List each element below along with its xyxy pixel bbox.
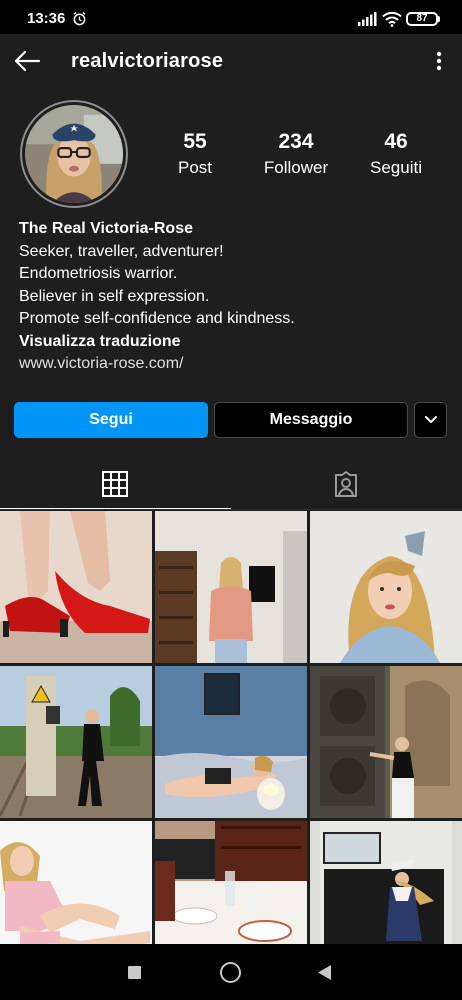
recent-apps-icon[interactable]	[128, 966, 141, 979]
profile-tabs	[0, 458, 462, 510]
system-nav-bar	[0, 944, 462, 1000]
alarm-icon	[73, 11, 86, 26]
following-count: 46	[384, 130, 408, 153]
status-bar: 13:36 87	[0, 0, 462, 34]
post-thumbnail[interactable]	[0, 821, 152, 944]
tab-posts-grid[interactable]	[0, 458, 231, 509]
battery-tip	[438, 16, 440, 22]
stat-followers[interactable]: 234 Follower	[246, 130, 346, 178]
post-thumbnail[interactable]	[310, 666, 462, 818]
post-thumbnail[interactable]	[155, 666, 307, 818]
post-thumbnail[interactable]	[0, 511, 152, 663]
tagged-person-icon	[335, 471, 357, 497]
following-label: Seguiti	[370, 158, 422, 177]
bio-line: Endometriosis warrior.	[19, 265, 178, 282]
status-time: 13:36	[27, 10, 66, 27]
post-thumbnail[interactable]	[0, 666, 152, 818]
profile-username: realvictoriarose	[71, 50, 224, 72]
post-thumbnail[interactable]	[310, 511, 462, 663]
more-options-icon[interactable]	[430, 48, 448, 74]
bio-line: Promote self-confidence and kindness.	[19, 310, 295, 327]
top-bar: realvictoriarose	[0, 34, 462, 88]
post-thumbnail[interactable]	[155, 821, 307, 944]
chevron-down-icon	[425, 416, 437, 423]
tab-tagged[interactable]	[231, 458, 462, 509]
avatar-image	[25, 105, 123, 203]
see-translation-link[interactable]: Visualizza traduzione	[19, 331, 449, 354]
back-arrow-icon[interactable]	[12, 46, 42, 76]
posts-count: 55	[183, 130, 207, 153]
display-name: The Real Victoria-Rose	[19, 220, 193, 237]
followers-label: Follower	[263, 158, 329, 177]
post-thumbnail[interactable]	[155, 511, 307, 663]
followers-count: 234	[278, 130, 314, 153]
battery-indicator: 87	[406, 12, 438, 26]
wifi-icon	[382, 11, 402, 27]
avatar[interactable]	[20, 100, 128, 208]
follow-button[interactable]: Segui	[14, 402, 208, 438]
grid-icon	[102, 471, 128, 497]
stat-posts[interactable]: 55 Post	[145, 130, 245, 178]
message-button[interactable]: Messaggio	[214, 402, 408, 438]
posts-label: Post	[177, 158, 213, 177]
bio-line: Seeker, traveller, adventurer!	[19, 242, 224, 260]
suggested-accounts-button[interactable]	[414, 402, 447, 438]
profile-bio: The Real Victoria-Rose Seeker, traveller…	[19, 218, 449, 376]
profile-screen: realvictoriarose 55 Post 234 Follower 46…	[0, 34, 462, 944]
bio-line: Believer in self expression.	[19, 287, 210, 305]
home-icon[interactable]	[220, 962, 241, 983]
website-link[interactable]: www.victoria-rose.com/	[19, 353, 449, 376]
system-back-icon[interactable]	[318, 965, 332, 980]
signal-icon	[358, 12, 377, 26]
stat-following[interactable]: 46 Seguiti	[346, 130, 446, 178]
post-thumbnail[interactable]	[310, 821, 462, 944]
